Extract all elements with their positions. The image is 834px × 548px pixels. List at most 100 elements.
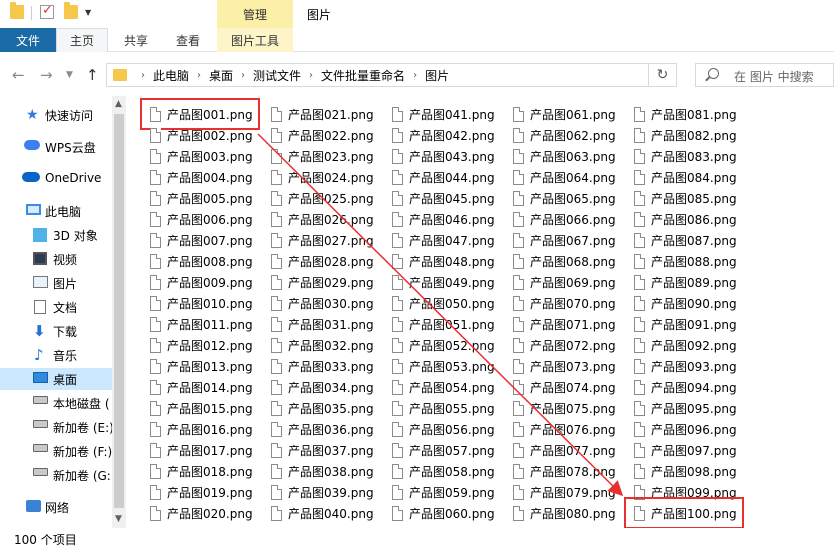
tab-share[interactable]: 共享 — [112, 28, 160, 52]
sidebar-item-0[interactable]: ★ 快速访问 — [0, 104, 112, 126]
file-item[interactable]: 产品图028.png — [271, 251, 374, 271]
file-item[interactable]: 产品图085.png — [634, 188, 737, 208]
file-item[interactable]: 产品图012.png — [150, 335, 253, 355]
file-item[interactable]: 产品图093.png — [634, 356, 737, 376]
file-item[interactable]: 产品图089.png — [634, 272, 737, 292]
recent-locations-chevron-icon[interactable]: ▼ — [66, 70, 73, 80]
file-item[interactable]: 产品图050.png — [392, 293, 495, 313]
file-item[interactable]: 产品图084.png — [634, 167, 737, 187]
folder-icon[interactable] — [10, 2, 24, 19]
file-item[interactable]: 产品图071.png — [513, 314, 616, 334]
file-item[interactable]: 产品图031.png — [271, 314, 374, 334]
file-item[interactable]: 产品图096.png — [634, 419, 737, 439]
file-item[interactable]: 产品图058.png — [392, 461, 495, 481]
tab-file[interactable]: 文件 — [0, 28, 56, 52]
file-item[interactable]: 产品图054.png — [392, 377, 495, 397]
chevron-right-icon[interactable]: › — [405, 70, 425, 81]
file-item[interactable]: 产品图018.png — [150, 461, 253, 481]
file-item[interactable]: 产品图038.png — [271, 461, 374, 481]
file-item[interactable]: 产品图001.png — [150, 104, 253, 124]
file-item[interactable]: 产品图044.png — [392, 167, 495, 187]
file-item[interactable]: 产品图010.png — [150, 293, 253, 313]
file-item[interactable]: 产品图070.png — [513, 293, 616, 313]
scroll-up-icon[interactable]: ▲ — [115, 99, 122, 109]
file-item[interactable]: 产品图059.png — [392, 482, 495, 502]
file-item[interactable]: 产品图041.png — [392, 104, 495, 124]
file-item[interactable]: 产品图024.png — [271, 167, 374, 187]
file-item[interactable]: 产品图022.png — [271, 125, 374, 145]
nav-scrollbar[interactable]: ▲ ▼ — [112, 96, 126, 528]
file-item[interactable]: 产品图002.png — [150, 125, 253, 145]
file-item[interactable]: 产品图008.png — [150, 251, 253, 271]
file-item[interactable]: 产品图048.png — [392, 251, 495, 271]
sidebar-item-15[interactable]: 网络 — [0, 496, 112, 518]
sidebar-item-8[interactable]: ⬇ 下载 — [0, 320, 112, 342]
file-item[interactable]: 产品图088.png — [634, 251, 737, 271]
file-item[interactable]: 产品图082.png — [634, 125, 737, 145]
file-item[interactable]: 产品图053.png — [392, 356, 495, 376]
breadcrumb-batch-rename[interactable]: 文件批量重命名 — [321, 67, 405, 84]
file-item[interactable]: 产品图007.png — [150, 230, 253, 250]
file-item[interactable]: 产品图021.png — [271, 104, 374, 124]
file-item[interactable]: 产品图046.png — [392, 209, 495, 229]
file-item[interactable]: 产品图040.png — [271, 503, 374, 523]
file-item[interactable]: 产品图065.png — [513, 188, 616, 208]
file-item[interactable]: 产品图075.png — [513, 398, 616, 418]
file-item[interactable]: 产品图020.png — [150, 503, 253, 523]
properties-check-icon[interactable] — [40, 3, 54, 19]
file-item[interactable]: 产品图083.png — [634, 146, 737, 166]
file-item[interactable]: 产品图043.png — [392, 146, 495, 166]
forward-arrow-icon[interactable]: → — [40, 66, 53, 84]
quick-access-dropdown-icon[interactable]: ▼ — [85, 8, 91, 17]
file-item[interactable]: 产品图016.png — [150, 419, 253, 439]
sidebar-item-7[interactable]: 文档 — [0, 296, 112, 318]
file-item[interactable]: 产品图090.png — [634, 293, 737, 313]
tab-picture-tools[interactable]: 图片工具 — [217, 28, 293, 52]
sidebar-item-1[interactable]: WPS云盘 — [0, 136, 112, 158]
file-item[interactable]: 产品图095.png — [634, 398, 737, 418]
file-item[interactable]: 产品图035.png — [271, 398, 374, 418]
file-item[interactable]: 产品图081.png — [634, 104, 737, 124]
file-item[interactable]: 产品图009.png — [150, 272, 253, 292]
chevron-right-icon[interactable]: › — [133, 70, 153, 81]
file-item[interactable]: 产品图063.png — [513, 146, 616, 166]
file-item[interactable]: 产品图086.png — [634, 209, 737, 229]
sidebar-item-3[interactable]: 此电脑 — [0, 200, 112, 222]
file-item[interactable]: 产品图099.png — [634, 482, 737, 502]
sidebar-item-4[interactable]: 3D 对象 — [0, 224, 112, 246]
breadcrumb-desktop[interactable]: 桌面 — [209, 67, 233, 84]
file-item[interactable]: 产品图026.png — [271, 209, 374, 229]
file-item[interactable]: 产品图072.png — [513, 335, 616, 355]
file-item[interactable]: 产品图014.png — [150, 377, 253, 397]
file-item[interactable]: 产品图076.png — [513, 419, 616, 439]
sidebar-item-13[interactable]: 新加卷 (F:) — [0, 440, 112, 462]
file-item[interactable]: 产品图032.png — [271, 335, 374, 355]
file-item[interactable]: 产品图087.png — [634, 230, 737, 250]
sidebar-item-12[interactable]: 新加卷 (E:) — [0, 416, 112, 438]
breadcrumb-this-pc[interactable]: 此电脑 — [153, 67, 189, 84]
file-item[interactable]: 产品图042.png — [392, 125, 495, 145]
file-item[interactable]: 产品图061.png — [513, 104, 616, 124]
back-arrow-icon[interactable]: ← — [12, 66, 25, 84]
file-item[interactable]: 产品图078.png — [513, 461, 616, 481]
sidebar-item-6[interactable]: 图片 — [0, 272, 112, 294]
tab-view[interactable]: 查看 — [164, 28, 212, 52]
file-item[interactable]: 产品图037.png — [271, 440, 374, 460]
sidebar-item-9[interactable]: ♪ 音乐 — [0, 344, 112, 366]
file-item[interactable]: 产品图091.png — [634, 314, 737, 334]
file-item[interactable]: 产品图049.png — [392, 272, 495, 292]
file-item[interactable]: 产品图047.png — [392, 230, 495, 250]
search-input[interactable]: 在 图片 中搜索 — [695, 63, 834, 87]
file-item[interactable]: 产品图011.png — [150, 314, 253, 334]
file-item[interactable]: 产品图005.png — [150, 188, 253, 208]
address-bar[interactable]: › 此电脑 › 桌面 › 测试文件 › 文件批量重命名 › 图片 ∨ — [106, 63, 728, 87]
file-item[interactable]: 产品图045.png — [392, 188, 495, 208]
up-arrow-icon[interactable]: ↑ — [86, 66, 99, 84]
sidebar-item-10[interactable]: 桌面 — [0, 368, 112, 390]
file-item[interactable]: 产品图094.png — [634, 377, 737, 397]
file-item[interactable]: 产品图092.png — [634, 335, 737, 355]
file-item[interactable]: 产品图025.png — [271, 188, 374, 208]
context-tab-manage[interactable]: 管理 — [217, 0, 293, 28]
file-item[interactable]: 产品图060.png — [392, 503, 495, 523]
file-item[interactable]: 产品图003.png — [150, 146, 253, 166]
